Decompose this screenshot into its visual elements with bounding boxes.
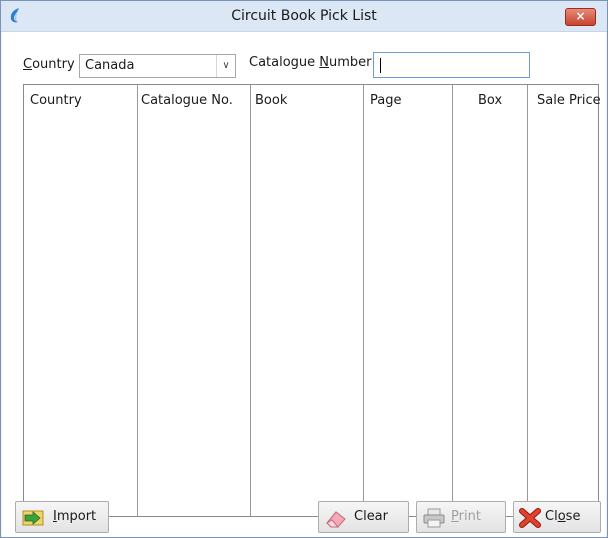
column-header-page[interactable]: Page xyxy=(370,93,401,108)
title-bar[interactable]: Circuit Book Pick List × xyxy=(1,1,607,32)
column-header-book[interactable]: Book xyxy=(255,93,287,108)
country-label-text: ountry xyxy=(32,57,75,72)
print-label-text: rint xyxy=(458,509,481,524)
clear-button[interactable]: Clear xyxy=(318,501,409,533)
printer-icon xyxy=(423,508,445,528)
country-label: Country xyxy=(23,57,75,72)
country-label-accelerator: C xyxy=(23,57,33,72)
close-label-suffix: se xyxy=(565,509,581,524)
window-close-button[interactable]: × xyxy=(565,8,596,26)
catalogue-label-prefix: Catalogue xyxy=(249,55,320,70)
import-button[interactable]: Import xyxy=(15,501,109,533)
close-label-prefix: Cl xyxy=(545,509,558,524)
column-catalogue-no: Catalogue No. xyxy=(138,85,251,516)
column-header-catalogue-no[interactable]: Catalogue No. xyxy=(141,93,233,108)
column-page: Page xyxy=(364,85,453,516)
clear-button-label: Clear xyxy=(354,509,388,524)
catalogue-number-input[interactable] xyxy=(373,52,530,78)
print-accelerator: P xyxy=(451,509,459,524)
eraser-icon xyxy=(326,511,346,528)
catalogue-label-accelerator: N xyxy=(319,55,330,70)
column-country: Country xyxy=(24,85,138,516)
import-arrow-icon xyxy=(22,510,44,526)
column-sale-price: Sale Price xyxy=(528,85,601,516)
catalogue-number-label: Catalogue Number xyxy=(249,55,372,70)
print-button[interactable]: Print xyxy=(416,501,506,533)
column-box: Box xyxy=(453,85,528,516)
chevron-down-icon[interactable]: ∨ xyxy=(216,55,235,77)
column-header-box[interactable]: Box xyxy=(478,93,502,108)
red-x-icon xyxy=(519,508,541,528)
close-button[interactable]: Close xyxy=(513,501,601,533)
pick-list-table[interactable]: Country Catalogue No. Book Page Box Sale… xyxy=(23,84,601,517)
pick-list-window: Circuit Book Pick List × Country Canada … xyxy=(0,0,608,538)
catalogue-label-suffix: umber xyxy=(329,55,372,70)
text-caret xyxy=(380,58,381,73)
country-select-value: Canada xyxy=(85,58,135,73)
dialog-body: Country Canada ∨ Catalogue Number Countr… xyxy=(2,32,606,537)
import-button-label: Import xyxy=(53,502,96,532)
window-title: Circuit Book Pick List xyxy=(231,8,377,24)
close-button-label: Close xyxy=(545,502,580,532)
country-select[interactable]: Canada ∨ xyxy=(79,54,236,78)
column-book: Book xyxy=(251,85,364,516)
column-header-sale-price[interactable]: Sale Price xyxy=(537,93,601,108)
close-accelerator: o xyxy=(557,509,566,524)
column-header-country[interactable]: Country xyxy=(30,93,82,108)
import-label-text: mport xyxy=(56,509,97,524)
print-button-label: Print xyxy=(451,502,481,532)
